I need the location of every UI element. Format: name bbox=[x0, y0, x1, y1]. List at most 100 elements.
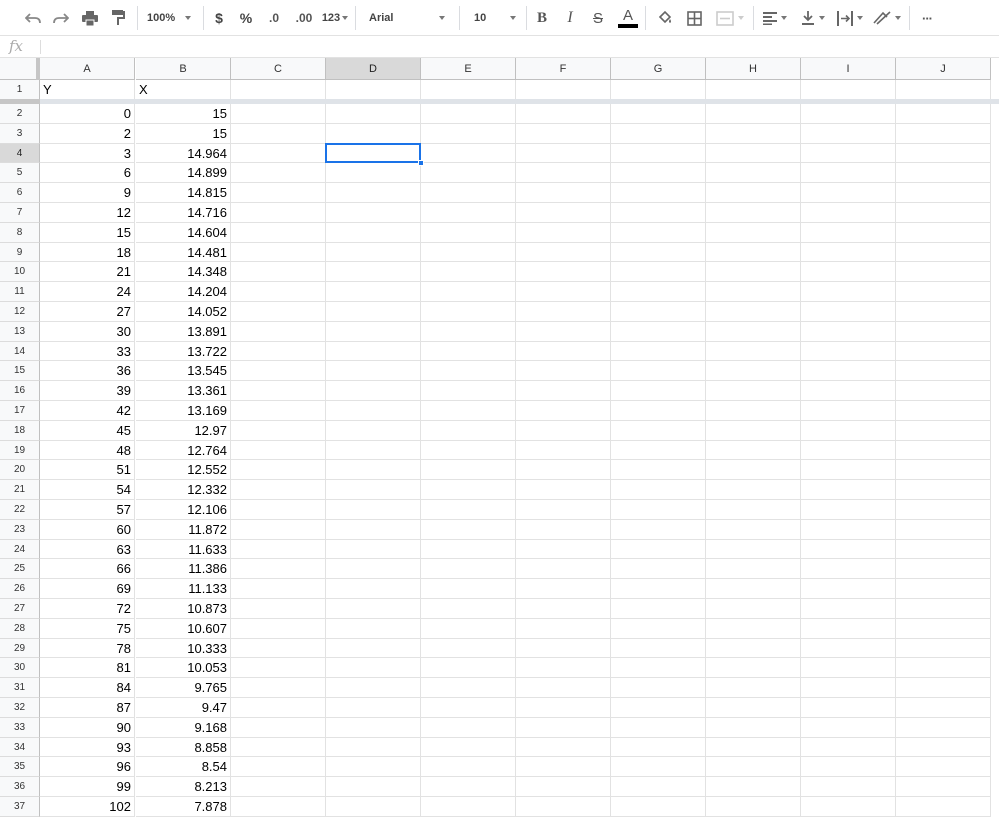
row-header[interactable]: 26 bbox=[0, 579, 40, 599]
cell-j13[interactable] bbox=[896, 322, 991, 342]
row-header[interactable]: 36 bbox=[0, 777, 40, 797]
cell-f18[interactable] bbox=[516, 421, 611, 441]
cell-i29[interactable] bbox=[801, 639, 896, 658]
cell-i4[interactable] bbox=[801, 144, 896, 163]
cell-j7[interactable] bbox=[896, 203, 991, 223]
row-header[interactable]: 30 bbox=[0, 658, 40, 678]
cell-j32[interactable] bbox=[896, 698, 991, 718]
cell-d21[interactable] bbox=[326, 480, 421, 500]
cell-d5[interactable] bbox=[326, 163, 421, 183]
row-header[interactable]: 35 bbox=[0, 757, 40, 777]
cell-b9[interactable]: 14.481 bbox=[136, 243, 231, 262]
cell-a20[interactable]: 51 bbox=[40, 460, 135, 480]
cell-g6[interactable] bbox=[611, 183, 706, 203]
cell-e24[interactable] bbox=[421, 540, 516, 559]
row-header[interactable]: 19 bbox=[0, 441, 40, 460]
cell-g26[interactable] bbox=[611, 579, 706, 599]
cell-i12[interactable] bbox=[801, 302, 896, 322]
cell-f27[interactable] bbox=[516, 599, 611, 619]
cell-c25[interactable] bbox=[231, 559, 326, 579]
row-header[interactable]: 3 bbox=[0, 124, 40, 144]
cell-c1[interactable] bbox=[231, 80, 326, 100]
cell-j18[interactable] bbox=[896, 421, 991, 441]
cell-b26[interactable]: 11.133 bbox=[136, 579, 231, 599]
horizontal-align-icon[interactable] bbox=[760, 5, 790, 31]
cell-h5[interactable] bbox=[706, 163, 801, 183]
cell-a14[interactable]: 33 bbox=[40, 342, 135, 361]
row-header[interactable]: 28 bbox=[0, 619, 40, 639]
cell-a8[interactable]: 15 bbox=[40, 223, 135, 243]
cell-a15[interactable]: 36 bbox=[40, 361, 135, 381]
cell-e33[interactable] bbox=[421, 718, 516, 738]
cell-d30[interactable] bbox=[326, 658, 421, 678]
cell-h7[interactable] bbox=[706, 203, 801, 223]
row-header[interactable]: 25 bbox=[0, 559, 40, 579]
cell-f9[interactable] bbox=[516, 243, 611, 262]
cell-h25[interactable] bbox=[706, 559, 801, 579]
cell-f20[interactable] bbox=[516, 460, 611, 480]
cell-a1[interactable]: Y bbox=[40, 80, 135, 100]
cell-g20[interactable] bbox=[611, 460, 706, 480]
row-header[interactable]: 12 bbox=[0, 302, 40, 322]
cell-e17[interactable] bbox=[421, 401, 516, 421]
paint-format-icon[interactable] bbox=[107, 5, 129, 31]
cell-j25[interactable] bbox=[896, 559, 991, 579]
cell-e34[interactable] bbox=[421, 738, 516, 757]
cell-d27[interactable] bbox=[326, 599, 421, 619]
cell-j8[interactable] bbox=[896, 223, 991, 243]
cell-h8[interactable] bbox=[706, 223, 801, 243]
cell-e18[interactable] bbox=[421, 421, 516, 441]
cell-c16[interactable] bbox=[231, 381, 326, 401]
cell-h30[interactable] bbox=[706, 658, 801, 678]
cell-c33[interactable] bbox=[231, 718, 326, 738]
cell-f6[interactable] bbox=[516, 183, 611, 203]
cell-i15[interactable] bbox=[801, 361, 896, 381]
cell-b36[interactable]: 8.213 bbox=[136, 777, 231, 797]
cell-j30[interactable] bbox=[896, 658, 991, 678]
formula-input[interactable] bbox=[46, 36, 999, 58]
cell-b34[interactable]: 8.858 bbox=[136, 738, 231, 757]
cell-c36[interactable] bbox=[231, 777, 326, 797]
cell-g31[interactable] bbox=[611, 678, 706, 698]
text-color-button[interactable]: A bbox=[617, 5, 639, 31]
cell-h15[interactable] bbox=[706, 361, 801, 381]
cell-c19[interactable] bbox=[231, 441, 326, 460]
cell-d32[interactable] bbox=[326, 698, 421, 718]
cell-j4[interactable] bbox=[896, 144, 991, 163]
cell-h37[interactable] bbox=[706, 797, 801, 817]
cell-h27[interactable] bbox=[706, 599, 801, 619]
cell-i11[interactable] bbox=[801, 282, 896, 302]
cell-c13[interactable] bbox=[231, 322, 326, 342]
row-header[interactable]: 15 bbox=[0, 361, 40, 381]
cell-i14[interactable] bbox=[801, 342, 896, 361]
cell-j29[interactable] bbox=[896, 639, 991, 658]
cell-h31[interactable] bbox=[706, 678, 801, 698]
cell-e26[interactable] bbox=[421, 579, 516, 599]
cell-c12[interactable] bbox=[231, 302, 326, 322]
row-header[interactable]: 18 bbox=[0, 421, 40, 441]
cell-b24[interactable]: 11.633 bbox=[136, 540, 231, 559]
cell-j3[interactable] bbox=[896, 124, 991, 144]
row-header[interactable]: 11 bbox=[0, 282, 40, 302]
cell-f28[interactable] bbox=[516, 619, 611, 639]
cell-j1[interactable] bbox=[896, 80, 991, 100]
cell-h1[interactable] bbox=[706, 80, 801, 100]
cell-i8[interactable] bbox=[801, 223, 896, 243]
row-header[interactable]: 9 bbox=[0, 243, 40, 262]
cell-h26[interactable] bbox=[706, 579, 801, 599]
cell-e31[interactable] bbox=[421, 678, 516, 698]
cell-h14[interactable] bbox=[706, 342, 801, 361]
cell-h22[interactable] bbox=[706, 500, 801, 520]
cell-e12[interactable] bbox=[421, 302, 516, 322]
cell-c31[interactable] bbox=[231, 678, 326, 698]
row-header[interactable]: 37 bbox=[0, 797, 40, 817]
cell-j37[interactable] bbox=[896, 797, 991, 817]
cell-i16[interactable] bbox=[801, 381, 896, 401]
cell-h12[interactable] bbox=[706, 302, 801, 322]
column-header-h[interactable]: H bbox=[706, 58, 801, 80]
cell-a5[interactable]: 6 bbox=[40, 163, 135, 183]
row-header[interactable]: 22 bbox=[0, 500, 40, 520]
cell-i31[interactable] bbox=[801, 678, 896, 698]
currency-format-button[interactable]: $ bbox=[210, 5, 228, 31]
cell-b13[interactable]: 13.891 bbox=[136, 322, 231, 342]
